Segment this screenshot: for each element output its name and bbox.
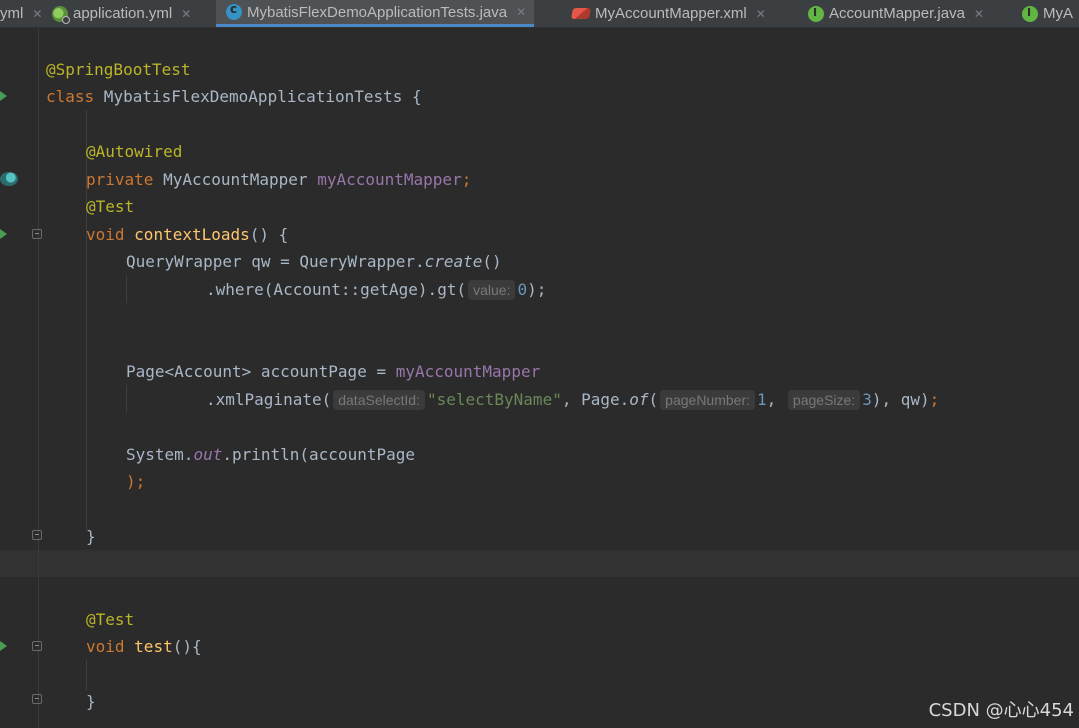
java-class-icon <box>226 2 242 20</box>
fold-icon[interactable] <box>32 694 42 704</box>
keyword: private <box>86 170 154 189</box>
autowired-bean-icon[interactable] <box>0 172 18 186</box>
parameter-hint: pageNumber: <box>660 390 755 410</box>
current-line-highlight <box>0 550 1079 577</box>
static-field: out <box>193 445 223 464</box>
indent-guide <box>86 660 87 690</box>
code-text: , <box>766 390 777 409</box>
tab-label: MyAccountMapper.xml <box>595 5 747 22</box>
method-name: test <box>134 637 173 656</box>
close-icon[interactable]: ✕ <box>974 7 984 21</box>
java-interface-icon <box>808 5 824 22</box>
annotation: @SpringBootTest <box>46 60 191 79</box>
annotation: @Test <box>86 197 135 216</box>
fold-icon[interactable] <box>32 530 42 540</box>
code-text: ( <box>648 390 659 409</box>
code-text: Page<Account> accountPage = <box>126 362 396 381</box>
tab-mya[interactable]: MyA <box>1022 0 1073 27</box>
keyword: void <box>86 637 125 656</box>
code-line: } <box>86 523 96 550</box>
code-line: } <box>86 688 96 715</box>
tab-application-yml[interactable]: application.yml ✕ <box>52 0 191 27</box>
static-method: of <box>629 390 649 409</box>
code-line: @Test <box>86 606 134 633</box>
number-literal: 3 <box>862 390 872 409</box>
code-line: void contextLoads() { <box>86 221 288 248</box>
code-text: System. <box>126 445 194 464</box>
code-text: ), qw) <box>871 390 930 409</box>
code-line: void test(){ <box>86 633 202 660</box>
annotation: @Autowired <box>86 142 183 161</box>
code-text: QueryWrapper qw = QueryWrapper. <box>126 252 425 271</box>
parameter-hint: pageSize: <box>787 390 861 410</box>
field-name: myAccountMapper <box>395 362 541 381</box>
code-line: .xmlPaginate(dataSelectId: "selectByName"… <box>206 386 939 413</box>
run-test-icon[interactable] <box>0 641 7 651</box>
annotation: @Test <box>86 610 135 629</box>
code-text: .println(accountPage <box>222 445 415 464</box>
parameter-hint: value: <box>468 280 516 300</box>
semicolon: ; <box>461 170 472 189</box>
tab-mybatisflexdemoapplicationtests[interactable]: MybatisFlexDemoApplicationTests.java ✕ <box>216 0 535 27</box>
number-literal: 1 <box>757 390 767 409</box>
keyword: class <box>46 87 95 106</box>
keyword: void <box>86 225 125 244</box>
code-text: .where(Account::getAge).gt( <box>206 280 467 299</box>
semicolon: ; <box>929 390 940 409</box>
field-name: myAccountMapper <box>317 170 462 189</box>
java-interface-icon <box>1022 5 1038 22</box>
editor-tab-bar: yml ✕ application.yml ✕ MybatisFlexDemoA… <box>0 0 1079 28</box>
run-test-icon[interactable] <box>0 229 7 239</box>
class-name: MybatisFlexDemoApplicationTests { <box>94 87 422 106</box>
code-line: Page<Account> accountPage = myAccountMap… <box>126 358 540 385</box>
indent-guide <box>126 275 127 303</box>
tab-label: MyA <box>1043 5 1073 22</box>
fold-icon[interactable] <box>32 229 42 239</box>
code-text: () <box>482 252 502 271</box>
close-icon[interactable]: ✕ <box>756 7 766 21</box>
spring-config-icon <box>52 5 70 24</box>
fold-icon[interactable] <box>32 641 42 651</box>
code-text: .xmlPaginate( <box>206 390 332 409</box>
tab-accountmapper-java[interactable]: AccountMapper.java ✕ <box>808 0 984 27</box>
close-icon[interactable]: ✕ <box>32 7 42 21</box>
code-line: @SpringBootTest <box>46 56 191 83</box>
watermark: CSDN @心心454 <box>928 700 1074 721</box>
indent-guide <box>126 385 127 413</box>
tab-label: application.yml <box>73 5 173 22</box>
static-method: create <box>424 252 483 271</box>
parameter-hint: dataSelectId: <box>333 390 425 410</box>
close-icon[interactable]: ✕ <box>516 5 526 19</box>
code-line: @Test <box>86 193 134 220</box>
tab-label: yml <box>0 5 24 22</box>
gutter-separator <box>38 28 39 728</box>
type-name: MyAccountMapper <box>153 170 318 189</box>
tab-label: AccountMapper.java <box>829 5 965 22</box>
code-text: , Page. <box>561 390 630 409</box>
closing-brace: } <box>86 692 96 711</box>
method-name: contextLoads <box>134 225 250 244</box>
code-text: ); <box>126 472 146 491</box>
code-line: class MybatisFlexDemoApplicationTests { <box>46 83 422 110</box>
code-line: private MyAccountMapper myAccountMapper; <box>86 166 471 193</box>
xml-mapper-icon <box>571 8 591 19</box>
number-literal: 0 <box>517 280 528 299</box>
code-line: .where(Account::getAge).gt(value: 0); <box>206 276 546 303</box>
code-line: System.out.println(accountPage <box>126 441 415 468</box>
code-line: QueryWrapper qw = QueryWrapper.create() <box>126 248 502 275</box>
code-text: () { <box>249 225 289 244</box>
tab-label: MybatisFlexDemoApplicationTests.java <box>247 3 508 21</box>
string-literal: "selectByName" <box>426 390 562 409</box>
close-icon[interactable]: ✕ <box>181 7 191 21</box>
tab-yml[interactable]: yml ✕ <box>0 0 42 27</box>
closing-brace: } <box>86 527 96 546</box>
code-line: @Autowired <box>86 138 182 165</box>
tab-myaccountmapper-xml[interactable]: MyAccountMapper.xml ✕ <box>571 0 766 27</box>
code-line: ); <box>126 468 145 495</box>
code-text: ); <box>527 280 547 299</box>
run-class-icon[interactable] <box>0 91 7 101</box>
code-text: (){ <box>172 637 202 656</box>
